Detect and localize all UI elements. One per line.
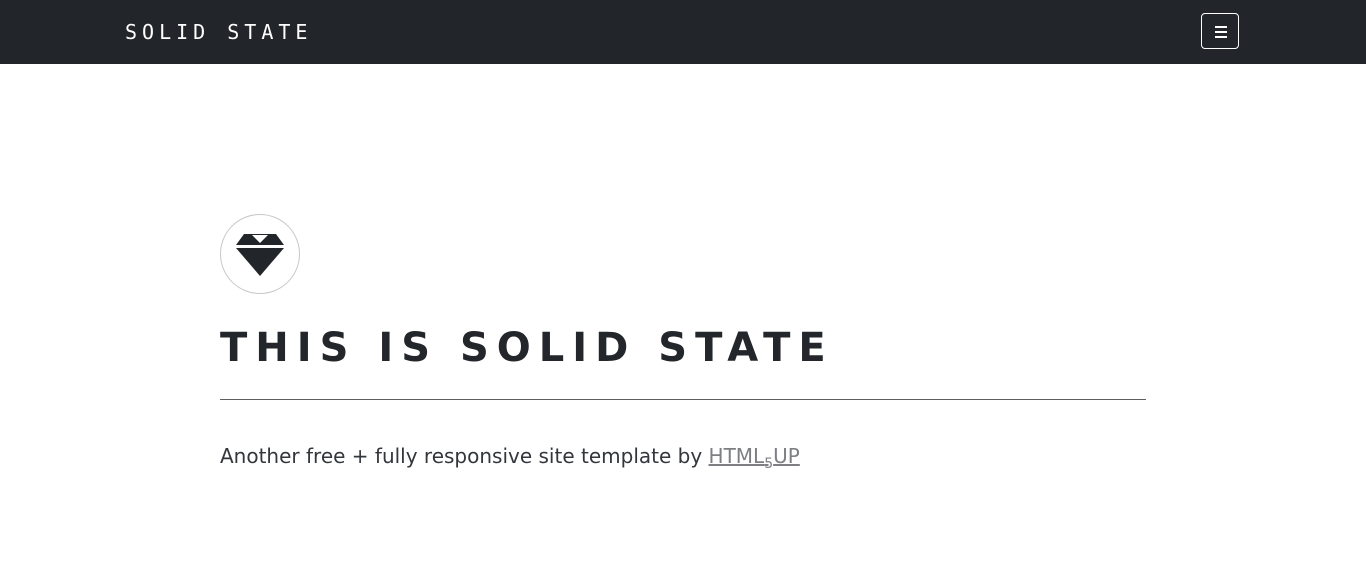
hamburger-menu-icon (1215, 26, 1227, 28)
hamburger-menu-icon-bar (1215, 36, 1227, 38)
link-suffix: UP (773, 444, 800, 468)
divider (220, 399, 1146, 400)
site-brand[interactable]: SOLID STATE (125, 18, 312, 46)
page-title: THIS IS SOLID STATE (220, 325, 834, 371)
top-navbar: SOLID STATE (0, 0, 1366, 64)
link-sub: 5 (764, 456, 774, 472)
tagline: Another free + fully responsive site tem… (220, 441, 800, 479)
tagline-text: Another free + fully responsive site tem… (220, 444, 703, 468)
hamburger-menu-icon-bar (1215, 31, 1227, 33)
link-prefix: HTML (708, 444, 765, 468)
html5up-link[interactable]: HTML5UP (708, 444, 800, 472)
logo-badge (220, 214, 300, 294)
diamond-icon (236, 234, 284, 276)
menu-button[interactable] (1201, 13, 1239, 49)
